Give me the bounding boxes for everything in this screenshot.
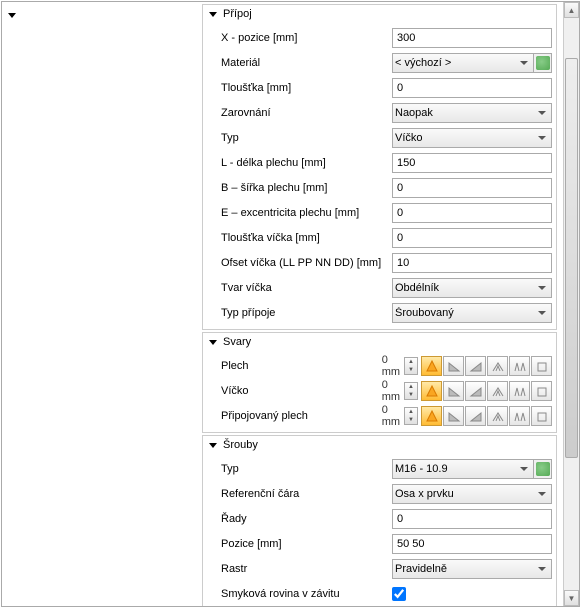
weld-type-icon[interactable] xyxy=(509,356,530,376)
select-refcara[interactable]: Osa x prvku xyxy=(392,484,552,504)
label-x-pozice: X - pozice [mm] xyxy=(221,32,392,44)
input-l-delka[interactable] xyxy=(392,153,552,173)
weld-type-icon[interactable] xyxy=(487,406,508,426)
label-refcara: Referenční čára xyxy=(221,488,392,500)
group-srouby-title: Šrouby xyxy=(223,439,258,451)
weld-type-icon[interactable] xyxy=(509,381,530,401)
weld-type-icon[interactable] xyxy=(421,381,442,401)
weld-type-icon[interactable] xyxy=(465,381,486,401)
scroll-track[interactable] xyxy=(564,18,579,590)
label-zarovnani: Zarovnání xyxy=(221,107,392,119)
input-tloustka-vicka[interactable] xyxy=(392,228,552,248)
collapse-arrow[interactable] xyxy=(8,13,16,18)
label-pripojovany: Připojovaný plech xyxy=(221,410,382,422)
label-rady: Řady xyxy=(221,513,392,525)
label-vicko: Víčko xyxy=(221,385,382,397)
weld-type-icon[interactable] xyxy=(421,406,442,426)
label-e-excentr: E – excentricita plechu [mm] xyxy=(221,207,392,219)
scroll-down-button[interactable]: ▼ xyxy=(564,590,579,606)
group-svary-header[interactable]: Svary xyxy=(203,333,556,351)
weld-type-icon[interactable] xyxy=(421,356,442,376)
group-pripoj: Přípoj X - pozice [mm] Materiál< výchozí… xyxy=(202,4,557,330)
spinner-pripojovany[interactable]: ▲▼ xyxy=(404,407,418,425)
weld-icons-plech xyxy=(421,356,552,376)
select-rastr[interactable]: Pravidelně xyxy=(392,559,552,579)
input-pozice[interactable] xyxy=(392,534,552,554)
input-b-sirka[interactable] xyxy=(392,178,552,198)
weld-type-icon[interactable] xyxy=(487,356,508,376)
input-tloustka[interactable] xyxy=(392,78,552,98)
edit-icon xyxy=(536,462,550,476)
weld-type-icon[interactable] xyxy=(531,356,552,376)
edit-icon xyxy=(536,56,550,70)
checkbox-smykrovina[interactable] xyxy=(392,587,406,601)
scroll-thumb[interactable] xyxy=(565,58,578,458)
select-material[interactable]: < výchozí > xyxy=(392,53,534,73)
weld-type-icon[interactable] xyxy=(531,406,552,426)
weld-type-icon[interactable] xyxy=(465,356,486,376)
select-typ[interactable]: Víčko xyxy=(392,128,552,148)
value-plech: 0 mm xyxy=(382,354,404,378)
label-b-sirka: B – šířka plechu [mm] xyxy=(221,182,392,194)
chevron-down-icon xyxy=(209,12,217,17)
weld-type-icon[interactable] xyxy=(465,406,486,426)
edit-srouby-typ-button[interactable] xyxy=(534,459,552,479)
scroll-up-button[interactable]: ▲ xyxy=(564,2,579,18)
input-x-pozice[interactable] xyxy=(392,28,552,48)
group-svary-title: Svary xyxy=(223,336,251,348)
chevron-down-icon xyxy=(209,340,217,345)
label-l-delka: L - délka plechu [mm] xyxy=(221,157,392,169)
weld-type-icon[interactable] xyxy=(487,381,508,401)
weld-type-icon[interactable] xyxy=(443,381,464,401)
label-tvar-vicka: Tvar víčka xyxy=(221,282,392,294)
label-srouby-typ: Typ xyxy=(221,463,392,475)
label-tloustka-vicka: Tloušťka víčka [mm] xyxy=(221,232,392,244)
select-srouby-typ[interactable]: M16 - 10.9 xyxy=(392,459,534,479)
label-pozice: Pozice [mm] xyxy=(221,538,392,550)
label-ofset-vicka: Ofset víčka (LL PP NN DD) [mm] xyxy=(221,257,392,269)
select-tvar-vicka[interactable]: Obdélník xyxy=(392,278,552,298)
group-svary: Svary Plech0 mm▲▼ Víčko0 mm▲▼ Připojovan… xyxy=(202,332,557,433)
label-typ: Typ xyxy=(221,132,392,144)
weld-icons-pripojovany xyxy=(421,406,552,426)
label-material: Materiál xyxy=(221,57,392,69)
scrollbar: ▲ ▼ xyxy=(563,2,579,606)
spinner-plech[interactable]: ▲▼ xyxy=(404,357,418,375)
group-srouby-header[interactable]: Šrouby xyxy=(203,436,556,454)
label-typ-pripoje: Typ přípoje xyxy=(221,307,392,319)
input-e-excentr[interactable] xyxy=(392,203,552,223)
weld-type-icon[interactable] xyxy=(443,406,464,426)
weld-icons-vicko xyxy=(421,381,552,401)
weld-type-icon[interactable] xyxy=(509,406,530,426)
group-srouby: Šrouby TypM16 - 10.9 Referenční čáraOsa … xyxy=(202,435,557,606)
input-rady[interactable] xyxy=(392,509,552,529)
select-typ-pripoje[interactable]: Šroubovaný xyxy=(392,303,552,323)
select-zarovnani[interactable]: Naopak xyxy=(392,103,552,123)
value-pripojovany: 0 mm xyxy=(382,404,404,428)
weld-type-icon[interactable] xyxy=(531,381,552,401)
weld-type-icon[interactable] xyxy=(443,356,464,376)
label-smykrovina: Smyková rovina v závitu xyxy=(221,588,392,600)
properties-panel: Přípoj X - pozice [mm] Materiál< výchozí… xyxy=(2,2,563,606)
input-ofset-vicka[interactable] xyxy=(392,253,552,273)
label-plech: Plech xyxy=(221,360,382,372)
chevron-down-icon xyxy=(209,443,217,448)
label-tloustka: Tloušťka [mm] xyxy=(221,82,392,94)
group-pripoj-title: Přípoj xyxy=(223,8,252,20)
value-vicko: 0 mm xyxy=(382,379,404,403)
edit-material-button[interactable] xyxy=(534,53,552,73)
group-pripoj-header[interactable]: Přípoj xyxy=(203,5,556,23)
spinner-vicko[interactable]: ▲▼ xyxy=(404,382,418,400)
label-rastr: Rastr xyxy=(221,563,392,575)
